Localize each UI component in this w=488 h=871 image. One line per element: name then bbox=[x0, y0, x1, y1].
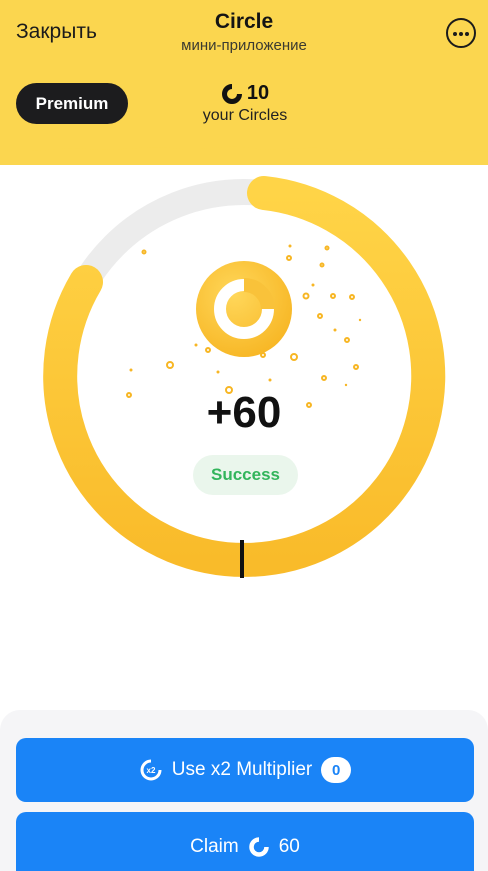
circle-coin-icon bbox=[221, 83, 243, 105]
multiplier-icon: x2 bbox=[139, 758, 163, 782]
claim-amount: 60 bbox=[278, 836, 300, 857]
multiplier-count: 0 bbox=[321, 757, 352, 783]
app-subtitle: мини-приложение bbox=[181, 37, 307, 54]
balance-label: your Circles bbox=[202, 107, 288, 124]
more-icon[interactable] bbox=[446, 18, 476, 48]
app-title: Circle bbox=[214, 10, 274, 33]
balance-value: 10 bbox=[246, 82, 270, 104]
title-block: Circle мини-приложение bbox=[0, 10, 488, 54]
premium-button[interactable]: Premium bbox=[16, 83, 128, 124]
multiplier-label: Use x2 Multiplier bbox=[171, 759, 313, 780]
circle-coin-icon bbox=[248, 836, 270, 858]
balance-block: 10 your Circles bbox=[170, 82, 320, 125]
progress-ring bbox=[43, 176, 446, 578]
claim-button[interactable]: Claim 60 bbox=[16, 812, 474, 871]
reward-amount: +60 bbox=[206, 388, 282, 437]
multiplier-icon-text: x2 bbox=[146, 766, 155, 775]
status-badge: Success bbox=[193, 455, 298, 495]
claim-label: Claim bbox=[190, 836, 239, 857]
use-multiplier-button[interactable]: x2 Use x2 Multiplier 0 bbox=[16, 738, 474, 802]
coin-icon bbox=[196, 261, 292, 357]
